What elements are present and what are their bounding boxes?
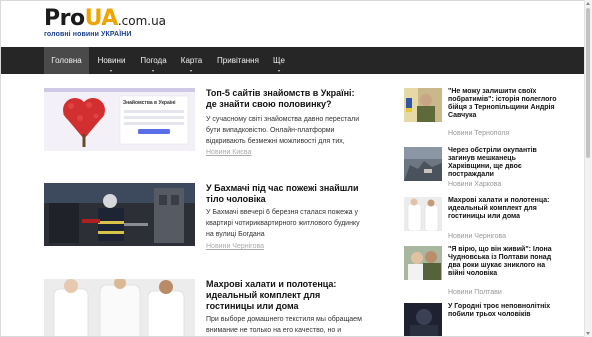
scrollbar-thumb[interactable] bbox=[586, 8, 590, 158]
sidebar-news-category[interactable]: Новини Харкова bbox=[448, 181, 501, 188]
sidebar-news-category[interactable]: Новини Тернополя bbox=[448, 130, 509, 137]
sidebar-thumbnail[interactable] bbox=[404, 303, 442, 336]
article-excerpt: У сучасному світі знайомства давно перес… bbox=[206, 116, 360, 145]
sidebar-thumbnail[interactable] bbox=[404, 147, 442, 181]
nav-item-greetings[interactable]: Привітання bbox=[210, 47, 266, 74]
logo-ua: UA bbox=[84, 6, 119, 31]
article-title[interactable]: Топ-5 сайтів знайомств в Україні: де зна… bbox=[206, 88, 366, 110]
article-excerpt: При выборе домашнего текстиля мы обращае… bbox=[206, 316, 362, 334]
nav-item-label: Ще bbox=[273, 56, 285, 65]
sidebar-thumbnail[interactable] bbox=[404, 88, 442, 122]
nav-item-weather[interactable]: Погода bbox=[132, 47, 175, 74]
sidebar-news-item: Через обстріли окупантів загинув мешкане… bbox=[404, 147, 554, 192]
chevron-down-icon bbox=[190, 70, 192, 72]
nav-item-home[interactable]: Головна bbox=[44, 47, 89, 74]
sidebar-news-item: У Городні троє неповнолітніх побили трьо… bbox=[404, 303, 554, 336]
thumb-text: Знайомства в Україні bbox=[123, 99, 176, 106]
article-item: У Бахмачі під час пожежі знайшли тіло чо… bbox=[44, 183, 364, 253]
sidebar-thumbnail[interactable] bbox=[404, 246, 442, 280]
nav-item-label: Карта bbox=[180, 56, 203, 65]
nav-item-map[interactable]: Карта bbox=[173, 47, 210, 74]
logo-domain: .com.ua bbox=[117, 14, 167, 28]
nav-item-more[interactable]: Ще bbox=[266, 47, 292, 74]
article-category-link[interactable]: Новини Чернігова bbox=[206, 243, 264, 250]
page-frame: ProUA.com.ua головні новини УКРАЇНИ Голо… bbox=[0, 0, 592, 337]
main-navigation: Головна Новини Погода Карта Привітання Щ… bbox=[1, 47, 586, 74]
sidebar-news-item: Махрові халати и полотенца: идеальный ко… bbox=[404, 197, 554, 242]
article-thumbnail[interactable] bbox=[44, 279, 195, 336]
sidebar-news-title[interactable]: Через обстріли окупантів загинув мешкане… bbox=[448, 147, 558, 179]
scroll-down-icon[interactable] bbox=[586, 332, 590, 335]
sidebar-news-title[interactable]: "Я вірю, що він живий": Ілона Чудновська… bbox=[448, 246, 558, 278]
sidebar-news-item: "Я вірю, що він живий": Ілона Чудновська… bbox=[404, 246, 554, 298]
article-excerpt: У Бахмачі ввечері 6 березня сталася поже… bbox=[206, 209, 360, 238]
nav-item-label: Погода bbox=[140, 56, 167, 65]
article-thumbnail[interactable] bbox=[44, 183, 195, 246]
nav-item-label: Новини bbox=[97, 56, 126, 65]
firefighter-image bbox=[44, 183, 195, 246]
sidebar-thumbnail[interactable] bbox=[404, 197, 442, 231]
article-title[interactable]: У Бахмачі під час пожежі знайшли тіло чо… bbox=[206, 183, 366, 205]
article-title[interactable]: Махрові халати и полотенца: идеальный ко… bbox=[206, 279, 366, 312]
article-item: Махрові халати и полотенца: идеальный ко… bbox=[44, 279, 364, 336]
chevron-down-icon bbox=[110, 70, 112, 72]
sidebar-news-item: "Не можу залишити своїх побратимів": іст… bbox=[404, 88, 557, 138]
logo-pro: Pro bbox=[44, 6, 85, 31]
nav-item-label: Привітання bbox=[217, 56, 259, 65]
scrollbar[interactable] bbox=[584, 0, 592, 337]
bathrobes-image bbox=[44, 279, 195, 336]
article-thumbnail[interactable]: Знайомства в Україні bbox=[44, 88, 195, 151]
article-item: Знайомства в Україні Топ-5 сайтів знайом… bbox=[44, 88, 364, 168]
chevron-down-icon bbox=[152, 70, 154, 72]
rubble-image bbox=[404, 147, 442, 181]
nav-item-label: Головна bbox=[51, 56, 82, 65]
sidebar-news-title[interactable]: "Не можу залишити своїх побратимів": іст… bbox=[448, 88, 558, 120]
nav-item-news[interactable]: Новини bbox=[89, 47, 134, 74]
sidebar-news-category[interactable]: Новини Чернігова bbox=[448, 233, 506, 240]
site-logo[interactable]: ProUA.com.ua головні новини УКРАЇНИ bbox=[44, 7, 166, 47]
night-scene-image bbox=[404, 303, 442, 336]
article-category-link[interactable]: Новини Києва bbox=[206, 149, 251, 156]
sidebar-news-category[interactable]: Новини Полтави bbox=[448, 289, 502, 296]
bathrobes-image bbox=[404, 197, 442, 231]
logo-brand: ProUA.com.ua bbox=[44, 7, 166, 33]
dating-site-image: Знайомства в Україні bbox=[44, 88, 195, 151]
soldier-portrait-image bbox=[404, 88, 442, 122]
couple-portrait-image bbox=[404, 246, 442, 280]
sidebar-news-title[interactable]: Махрові халати и полотенца: идеальный ко… bbox=[448, 197, 558, 221]
sidebar-news-title[interactable]: У Городні троє неповнолітніх побили трьо… bbox=[448, 303, 558, 319]
chevron-down-icon bbox=[277, 70, 280, 72]
scroll-up-icon[interactable] bbox=[586, 2, 590, 5]
